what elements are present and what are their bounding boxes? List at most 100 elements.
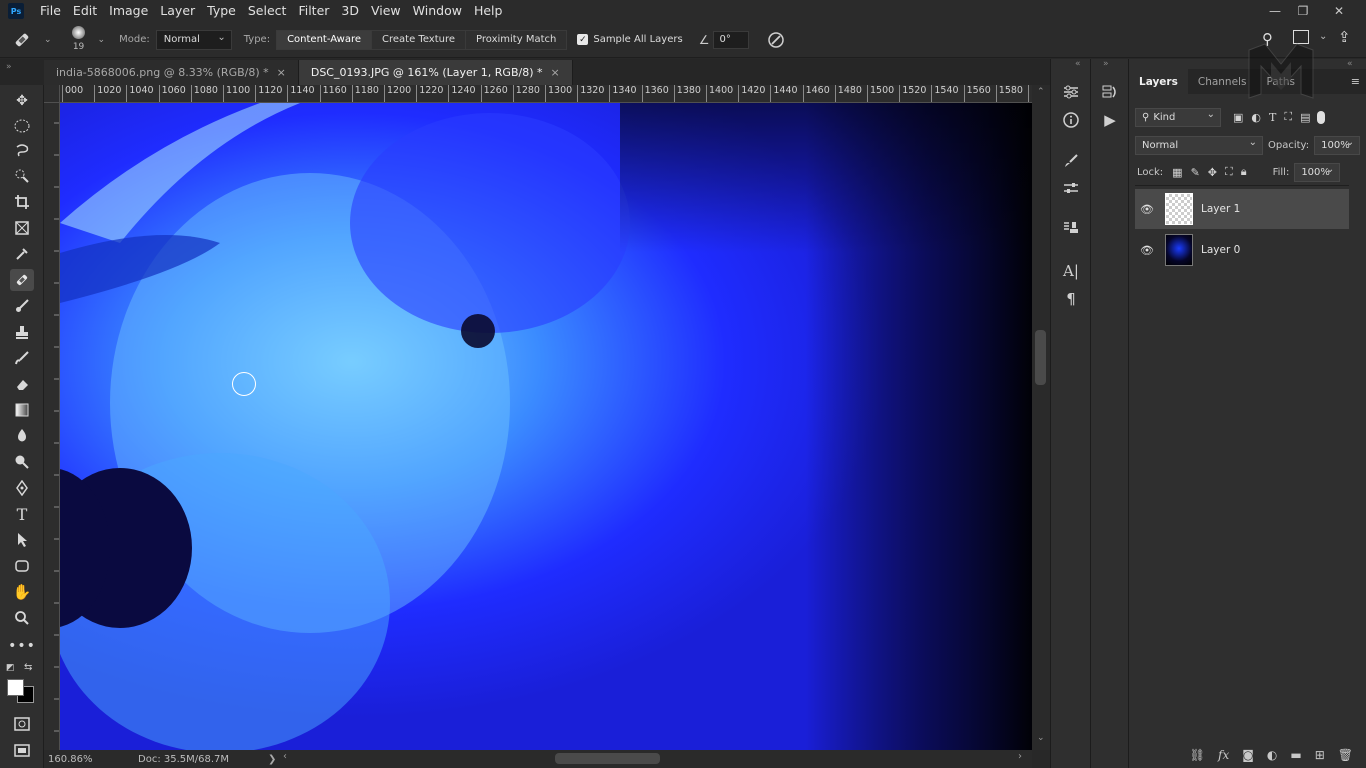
restore-icon[interactable]: ❐ bbox=[1286, 0, 1320, 22]
horizontal-scroll-thumb[interactable] bbox=[555, 753, 660, 764]
pen-tool-icon[interactable] bbox=[10, 477, 34, 499]
lock-transparent-pixels-icon[interactable]: ▦ bbox=[1172, 166, 1182, 179]
menu-window[interactable]: Window bbox=[407, 0, 468, 22]
visibility-eye-icon[interactable]: 👁︎ bbox=[1135, 244, 1159, 257]
menu-select[interactable]: Select bbox=[242, 0, 293, 22]
quick-selection-tool-icon[interactable] bbox=[10, 165, 34, 187]
horizontal-scrollbar[interactable]: ‹ › bbox=[280, 750, 1032, 768]
tab-dsc-jpg[interactable]: DSC_0193.JPG @ 161% (Layer 1, RGB/8) * × bbox=[298, 60, 573, 85]
ruler-origin[interactable] bbox=[44, 85, 60, 103]
screen-mode-icon[interactable] bbox=[10, 739, 34, 761]
fill-input[interactable]: 100% bbox=[1294, 162, 1341, 182]
panel-menu-icon[interactable]: ≡ bbox=[1345, 69, 1366, 94]
layer-row-layer-0[interactable]: 👁︎ Layer 0 bbox=[1135, 230, 1349, 270]
menu-edit[interactable]: Edit bbox=[67, 0, 103, 22]
character-icon[interactable]: A| bbox=[1060, 260, 1082, 282]
visibility-eye-icon[interactable]: 👁︎ bbox=[1135, 203, 1159, 216]
history-brush-tool-icon[interactable] bbox=[10, 347, 34, 369]
crop-tool-icon[interactable] bbox=[10, 191, 34, 213]
mode-select[interactable]: Normal bbox=[155, 29, 232, 50]
layer-name[interactable]: Layer 1 bbox=[1201, 203, 1240, 215]
marquee-tool-icon[interactable] bbox=[10, 115, 34, 137]
menu-help[interactable]: Help bbox=[468, 0, 509, 22]
more-tools-icon[interactable]: ••• bbox=[8, 635, 35, 657]
filter-adjustment-icon[interactable]: ◐ bbox=[1251, 111, 1261, 124]
frame-tool-icon[interactable] bbox=[10, 217, 34, 239]
type-tool-icon[interactable]: T bbox=[10, 503, 34, 525]
new-group-icon[interactable]: ▬ bbox=[1290, 748, 1301, 762]
layer-filter-select[interactable]: ⚲ Kind bbox=[1135, 107, 1221, 127]
collapse-panel-icon[interactable]: « bbox=[1347, 59, 1353, 69]
collapse-strip-2-icon[interactable]: » bbox=[1103, 59, 1109, 69]
type-proximity-match-button[interactable]: Proximity Match bbox=[466, 30, 567, 49]
link-layers-icon[interactable]: ⛓︎ bbox=[1190, 748, 1205, 762]
menu-filter[interactable]: Filter bbox=[292, 0, 335, 22]
tool-preset-chevron-icon[interactable]: ⌄ bbox=[44, 35, 52, 45]
workspace-chevron-icon[interactable]: ⌄ bbox=[1319, 31, 1327, 42]
add-mask-icon[interactable]: ◙ bbox=[1242, 748, 1254, 762]
brush-picker-chevron-icon[interactable]: ⌄ bbox=[98, 35, 106, 45]
menu-3d[interactable]: 3D bbox=[335, 0, 365, 22]
spot-healing-preset-icon[interactable] bbox=[0, 22, 44, 58]
info-icon[interactable] bbox=[1060, 109, 1082, 131]
opacity-input[interactable]: 100% bbox=[1314, 135, 1361, 155]
scroll-right-icon[interactable]: › bbox=[1018, 751, 1022, 762]
scroll-up-icon[interactable]: ⌃ bbox=[1037, 87, 1045, 97]
menu-image[interactable]: Image bbox=[103, 0, 154, 22]
eraser-tool-icon[interactable] bbox=[10, 373, 34, 395]
document-canvas-image[interactable] bbox=[60, 103, 1032, 750]
clone-source-icon[interactable] bbox=[1060, 217, 1082, 239]
close-tab-icon[interactable]: × bbox=[550, 66, 559, 79]
quick-mask-icon[interactable] bbox=[10, 713, 34, 735]
vertical-ruler[interactable] bbox=[44, 103, 60, 750]
scroll-down-icon[interactable]: ⌄ bbox=[1037, 733, 1045, 743]
collapse-strip-icon[interactable]: « bbox=[1075, 59, 1081, 69]
menu-file[interactable]: File bbox=[34, 0, 67, 22]
type-create-texture-button[interactable]: Create Texture bbox=[372, 30, 467, 49]
rectangle-tool-icon[interactable] bbox=[10, 555, 34, 577]
brush-tool-icon[interactable] bbox=[10, 295, 34, 317]
blur-tool-icon[interactable] bbox=[10, 425, 34, 447]
pressure-size-icon[interactable] bbox=[765, 29, 787, 51]
menu-view[interactable]: View bbox=[365, 0, 407, 22]
sample-all-layers-checkbox[interactable]: ✓ bbox=[577, 34, 589, 45]
path-selection-tool-icon[interactable] bbox=[10, 529, 34, 551]
move-tool-icon[interactable]: ✥ bbox=[10, 90, 34, 112]
gradient-tool-icon[interactable] bbox=[10, 399, 34, 421]
lock-all-icon[interactable]: 🔒︎ bbox=[1241, 165, 1247, 179]
type-content-aware-button[interactable]: Content-Aware bbox=[277, 30, 373, 49]
status-menu-icon[interactable]: ❯ bbox=[268, 754, 276, 765]
layer-name[interactable]: Layer 0 bbox=[1201, 244, 1240, 256]
vertical-scrollbar[interactable]: ⌃ ⌄ bbox=[1032, 85, 1050, 750]
collapse-toolbox-icon[interactable]: » bbox=[0, 60, 44, 85]
share-icon[interactable]: ⇪ bbox=[1338, 28, 1351, 46]
new-layer-icon[interactable]: ⊞ bbox=[1315, 748, 1325, 762]
dodge-tool-icon[interactable] bbox=[10, 451, 34, 473]
vertical-scroll-thumb[interactable] bbox=[1035, 330, 1046, 385]
delete-layer-icon[interactable]: 🗑︎ bbox=[1338, 748, 1353, 762]
clone-stamp-tool-icon[interactable] bbox=[10, 321, 34, 343]
scroll-left-icon[interactable]: ‹ bbox=[283, 751, 287, 762]
hand-tool-icon[interactable]: ✋ bbox=[10, 581, 34, 603]
lock-artboard-icon[interactable]: ⛶ bbox=[1225, 165, 1233, 179]
actions-play-icon[interactable]: ▶ bbox=[1099, 109, 1121, 131]
tab-layers[interactable]: Layers bbox=[1129, 69, 1188, 94]
lock-image-pixels-icon[interactable]: ✎ bbox=[1191, 166, 1200, 179]
close-tab-icon[interactable]: × bbox=[277, 66, 286, 79]
brush-settings-icon[interactable] bbox=[1060, 150, 1082, 172]
brush-presets-icon[interactable] bbox=[1060, 177, 1082, 199]
tab-india-png[interactable]: india-5868006.png @ 8.33% (RGB/8) * × bbox=[44, 60, 299, 85]
swap-colors-icon[interactable]: ⇆ bbox=[24, 662, 32, 673]
history-icon[interactable] bbox=[1099, 81, 1121, 103]
menu-type[interactable]: Type bbox=[201, 0, 242, 22]
lock-position-icon[interactable]: ✥ bbox=[1208, 166, 1217, 179]
zoom-tool-icon[interactable] bbox=[10, 607, 34, 629]
filter-type-icon[interactable]: T bbox=[1269, 111, 1276, 124]
foreground-color-swatch[interactable] bbox=[7, 679, 24, 696]
filter-pixel-icon[interactable]: ▣ bbox=[1233, 111, 1243, 124]
zoom-level[interactable]: 160.86% bbox=[48, 754, 118, 765]
menu-layer[interactable]: Layer bbox=[154, 0, 201, 22]
spot-healing-brush-tool-icon[interactable] bbox=[10, 269, 34, 291]
filter-smart-object-icon[interactable]: ▤ bbox=[1300, 111, 1310, 124]
horizontal-ruler[interactable]: 000 1020 1040 1060 1080 1100 1120 1140 1160 1180 1… bbox=[60, 85, 1032, 103]
